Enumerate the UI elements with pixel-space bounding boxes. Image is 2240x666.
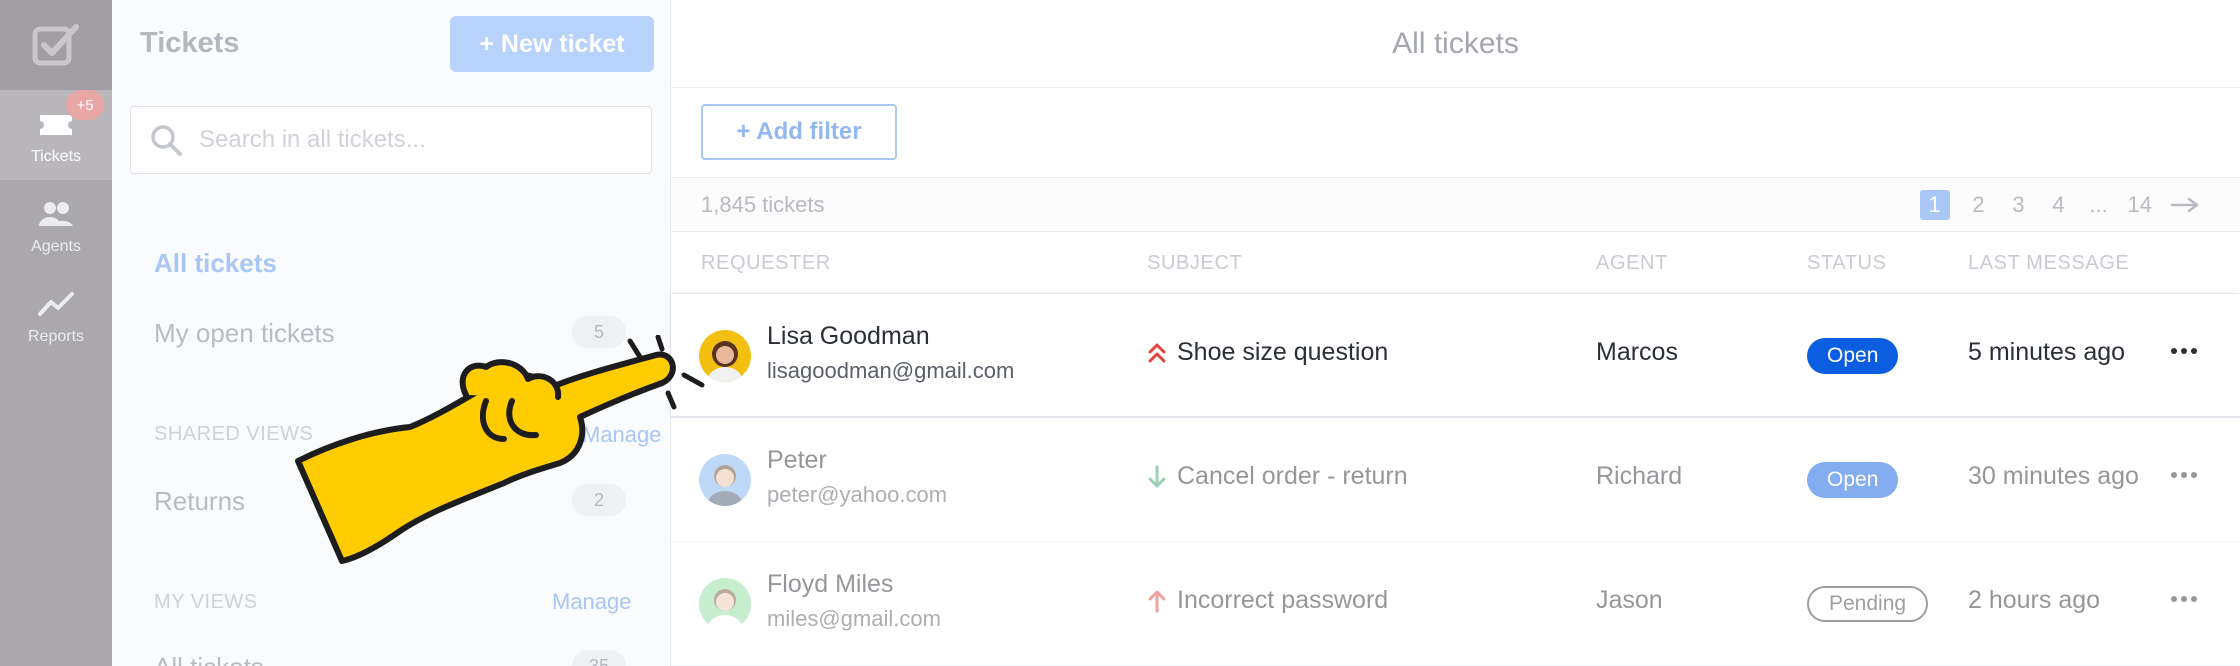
table-row[interactable]: Lisa Goodman lisagoodman@gmail.com Shoe …	[671, 294, 2240, 418]
requester-name: Lisa Goodman	[767, 322, 930, 350]
page-1[interactable]: 1	[1919, 190, 1950, 220]
column-subject[interactable]: SUBJECT	[1147, 252, 1242, 275]
ticket-subject[interactable]: Cancel order - return	[1147, 462, 1408, 491]
add-filter-button[interactable]: + Add filter	[701, 104, 897, 160]
rail-item-agents[interactable]: Agents	[0, 180, 112, 270]
new-ticket-button[interactable]: + New ticket	[450, 16, 654, 72]
column-requester[interactable]: REQUESTER	[701, 252, 831, 275]
search-placeholder: Search in all tickets...	[199, 126, 426, 153]
last-message-time: 2 hours ago	[1968, 586, 2101, 614]
app-logo[interactable]	[0, 0, 112, 90]
reports-icon	[37, 284, 75, 324]
page-2[interactable]: 2	[1968, 192, 1990, 218]
search-input[interactable]: Search in all tickets...	[130, 106, 652, 174]
requester-email: peter@yahoo.com	[767, 482, 948, 507]
status-badge: Open	[1807, 462, 1899, 498]
urgent-priority-icon	[1148, 343, 1166, 362]
status-badge: Pending	[1807, 586, 1929, 622]
my-all-tickets-count: 35	[572, 650, 626, 666]
tickets-badge: +5	[66, 90, 104, 120]
page-3[interactable]: 3	[2008, 192, 2030, 218]
last-message-time: 30 minutes ago	[1968, 462, 2139, 490]
rail-label-reports: Reports	[27, 328, 85, 345]
ticket-subject[interactable]: Incorrect password	[1147, 586, 1388, 615]
ticket-subject[interactable]: Shoe size question	[1147, 338, 1388, 367]
sidebar-title: Tickets	[140, 27, 240, 59]
checkbox-logo-icon	[32, 24, 79, 66]
shared-views-heading: SHARED VIEWS	[154, 423, 314, 445]
requester-email: miles@gmail.com	[767, 606, 941, 631]
my-views-manage-link[interactable]: Manage	[552, 589, 632, 615]
more-options-icon[interactable]	[2171, 596, 2197, 602]
page-4[interactable]: 4	[2048, 192, 2070, 218]
rail-item-tickets[interactable]: +5 Tickets	[0, 90, 112, 180]
rail-label-agents: Agents	[31, 238, 81, 255]
requester-email: lisagoodman@gmail.com	[767, 358, 1015, 383]
returns-count: 2	[572, 484, 626, 516]
ticket-icon: +5	[38, 90, 104, 144]
agent-name: Jason	[1596, 586, 1663, 614]
low-priority-icon	[1148, 465, 1166, 487]
column-agent[interactable]: AGENT	[1596, 252, 1668, 275]
avatar	[699, 330, 751, 382]
subject-text: Cancel order - return	[1177, 462, 1408, 490]
page-title: All tickets	[671, 0, 2240, 88]
page-ellipsis: ...	[2089, 192, 2108, 217]
agents-icon	[37, 194, 75, 234]
agent-name: Richard	[1596, 462, 1683, 490]
sidebar-item-my-open-tickets[interactable]: My open tickets	[154, 318, 335, 349]
sidebar-item-returns[interactable]: Returns	[154, 486, 245, 517]
requester-name: Peter	[767, 446, 827, 474]
table-row[interactable]: Floyd Miles miles@gmail.com Incorrect pa…	[671, 542, 2240, 666]
table-row[interactable]: Peter peter@yahoo.com Cancel order - ret…	[671, 418, 2240, 542]
column-last-message[interactable]: LAST MESSAGE	[1968, 252, 2129, 275]
my-views-heading: MY VIEWS	[154, 591, 258, 613]
shared-views-manage-link[interactable]: Manage	[582, 422, 662, 448]
avatar	[699, 454, 751, 506]
more-options-icon[interactable]	[2171, 348, 2197, 354]
tickets-main: All tickets + Add filter 1,845 tickets 1…	[671, 0, 2240, 666]
status-badge: Open	[1807, 338, 1899, 374]
page-14[interactable]: 14	[2128, 192, 2152, 218]
next-page-arrow-icon[interactable]	[2170, 197, 2200, 213]
agent-name: Marcos	[1596, 338, 1678, 366]
icon-rail: +5 Tickets Agents Reports	[0, 0, 112, 666]
table-header: REQUESTER SUBJECT AGENT STATUS LAST MESS…	[671, 232, 2240, 294]
results-bar: 1,845 tickets 1 2 3 4 ... 14	[671, 178, 2240, 232]
tickets-sidebar: Tickets + New ticket Search in all ticke…	[112, 0, 671, 666]
sidebar-item-all-tickets[interactable]: All tickets	[154, 248, 277, 279]
rail-item-reports[interactable]: Reports	[0, 270, 112, 360]
pagination: 1 2 3 4 ... 14	[1919, 190, 2200, 220]
high-priority-icon	[1148, 590, 1166, 612]
more-options-icon[interactable]	[2171, 472, 2197, 478]
rail-label-tickets: Tickets	[30, 148, 82, 165]
subject-text: Incorrect password	[1177, 586, 1389, 614]
last-message-time: 5 minutes ago	[1968, 338, 2126, 366]
my-open-tickets-count: 5	[572, 316, 626, 348]
filter-bar: + Add filter	[671, 88, 2240, 178]
subject-text: Shoe size question	[1177, 338, 1389, 366]
sidebar-item-my-all-tickets[interactable]: All tickets	[154, 652, 264, 666]
requester-name: Floyd Miles	[767, 570, 894, 598]
search-icon	[151, 125, 182, 156]
avatar	[699, 578, 751, 630]
column-status[interactable]: STATUS	[1807, 252, 1887, 275]
ticket-count: 1,845 tickets	[701, 192, 825, 217]
